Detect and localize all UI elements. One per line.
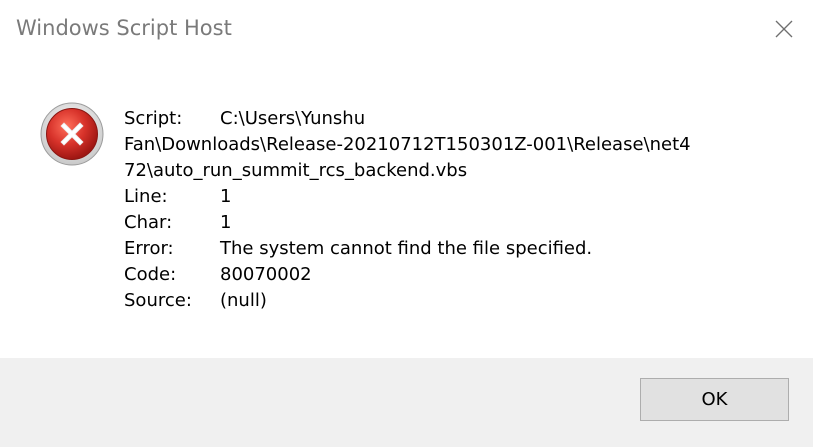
ok-button[interactable]: OK: [640, 378, 789, 421]
line-label: Line:: [124, 186, 168, 207]
source-label: Source:: [124, 290, 192, 311]
dialog-content: Script: C:\Users\Yunshu Fan\Downloads\Re…: [0, 62, 813, 358]
char-row: Char: 1: [124, 210, 774, 236]
close-icon: [775, 20, 793, 38]
line-row: Line: 1: [124, 184, 774, 210]
code-label: Code:: [124, 264, 177, 285]
error-row: Error: The system cannot find the file s…: [124, 236, 774, 262]
message-dialog: Windows Script Host Script: C:\Users\Yun…: [0, 0, 813, 447]
error-label: Error:: [124, 238, 174, 259]
script-path-line3: 72\auto_run_summit_rcs_backend.vbs: [124, 160, 468, 181]
source-row: Source: (null): [124, 288, 774, 314]
line-value: 1: [220, 186, 232, 207]
error-message: Script: C:\Users\Yunshu Fan\Downloads\Re…: [124, 106, 774, 314]
script-label: Script:: [124, 108, 183, 129]
script-path-line2: Fan\Downloads\Release-20210712T150301Z-0…: [124, 134, 691, 155]
code-row: Code: 80070002: [124, 262, 774, 288]
close-button[interactable]: [755, 0, 813, 58]
window-title: Windows Script Host: [16, 16, 232, 40]
script-row: Script: C:\Users\Yunshu: [124, 106, 774, 132]
script-path-line1: C:\Users\Yunshu: [220, 108, 366, 129]
error-value: The system cannot find the file specifie…: [220, 238, 593, 259]
error-icon: [40, 102, 104, 166]
title-bar: Windows Script Host: [0, 0, 813, 62]
char-label: Char:: [124, 212, 173, 233]
source-value: (null): [220, 290, 267, 311]
code-value: 80070002: [220, 264, 312, 285]
button-bar: OK: [0, 358, 813, 447]
char-value: 1: [220, 212, 232, 233]
